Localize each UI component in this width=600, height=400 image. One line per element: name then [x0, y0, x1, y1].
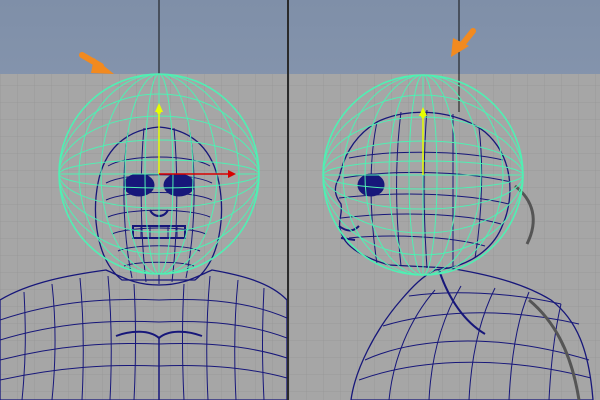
- viewport-front[interactable]: [0, 0, 287, 400]
- viewport-side-canvas[interactable]: [289, 0, 600, 400]
- viewport-front-canvas[interactable]: [0, 0, 287, 400]
- viewport-side[interactable]: [289, 0, 600, 400]
- maya-viewport-compare: [0, 0, 600, 400]
